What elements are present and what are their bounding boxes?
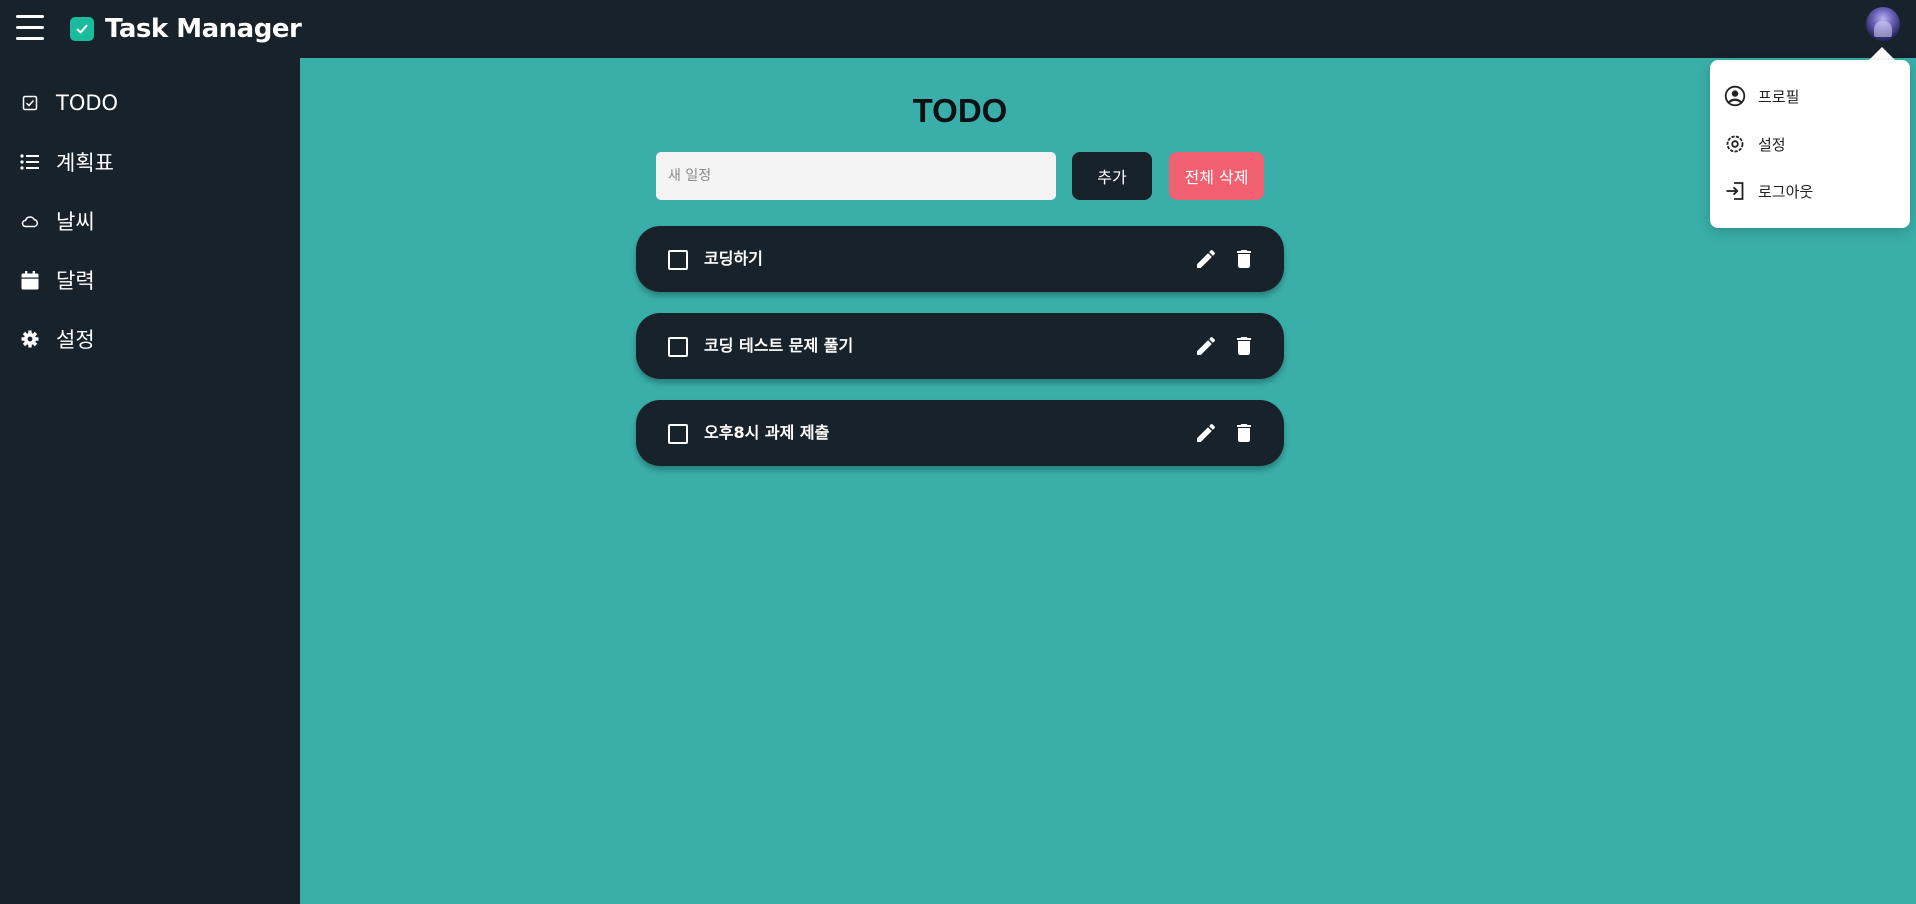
todo-checkbox[interactable]: [668, 337, 688, 357]
menu-item-profile[interactable]: 프로필: [1710, 76, 1910, 116]
settings-icon: [1724, 133, 1746, 155]
new-todo-input[interactable]: [656, 152, 1056, 200]
menu-item-logout[interactable]: 로그아웃: [1710, 171, 1910, 211]
brand[interactable]: Task Manager: [70, 14, 302, 44]
trash-icon[interactable]: [1232, 247, 1256, 271]
sidebar-item-todo[interactable]: TODO: [0, 80, 300, 126]
trash-icon[interactable]: [1232, 421, 1256, 445]
app-title: Task Manager: [105, 14, 302, 44]
calendar-icon: [19, 269, 41, 291]
menu-item-label: 설정: [1758, 135, 1786, 154]
todo-text: 코딩하기: [704, 249, 763, 268]
user-dropdown-menu: 프로필 설정 로그아웃: [1710, 60, 1910, 228]
sidebar-item-label: 날씨: [56, 210, 95, 234]
menu-item-label: 로그아웃: [1758, 182, 1814, 201]
cloud-icon: [19, 210, 41, 232]
user-avatar[interactable]: [1866, 7, 1900, 41]
menu-item-label: 프로필: [1758, 87, 1800, 106]
sidebar-item-planner[interactable]: 계획표: [0, 139, 300, 185]
trash-icon[interactable]: [1232, 334, 1256, 358]
todo-item: 코딩하기: [636, 226, 1284, 292]
sidebar-item-label: 계획표: [56, 151, 114, 175]
todo-checkbox[interactable]: [668, 250, 688, 270]
todo-text: 오후8시 과제 제출: [704, 423, 830, 442]
delete-all-button[interactable]: 전체 삭제: [1169, 152, 1264, 200]
sidebar-item-calendar[interactable]: 달력: [0, 257, 300, 303]
gear-icon: [19, 328, 41, 350]
brand-check-icon: [70, 17, 94, 41]
todo-text: 코딩 테스트 문제 풀기: [704, 336, 854, 355]
list-icon: [19, 151, 41, 173]
add-button[interactable]: 추가: [1072, 152, 1152, 200]
sidebar-item-weather[interactable]: 날씨: [0, 198, 300, 244]
sidebar-item-label: 달력: [56, 269, 95, 293]
menu-item-settings[interactable]: 설정: [1710, 124, 1910, 164]
hamburger-menu-icon[interactable]: [16, 15, 44, 41]
logout-icon: [1724, 180, 1746, 202]
pencil-icon[interactable]: [1194, 334, 1218, 358]
sidebar-item-label: TODO: [56, 91, 119, 115]
checkbox-icon: [19, 92, 41, 114]
todo-item: 오후8시 과제 제출: [636, 400, 1284, 466]
todo-item: 코딩 테스트 문제 풀기: [636, 313, 1284, 379]
top-bar: Task Manager: [0, 0, 1916, 58]
sidebar-item-label: 설정: [56, 328, 95, 352]
sidebar-item-settings[interactable]: 설정: [0, 316, 300, 362]
dropdown-arrow: [1869, 47, 1895, 60]
user-circle-icon: [1724, 85, 1746, 107]
page-title: TODO: [912, 92, 1008, 129]
pencil-icon[interactable]: [1194, 421, 1218, 445]
pencil-icon[interactable]: [1194, 247, 1218, 271]
sidebar: TODO 계획표 날씨 달력 설정: [0, 58, 300, 904]
todo-checkbox[interactable]: [668, 424, 688, 444]
